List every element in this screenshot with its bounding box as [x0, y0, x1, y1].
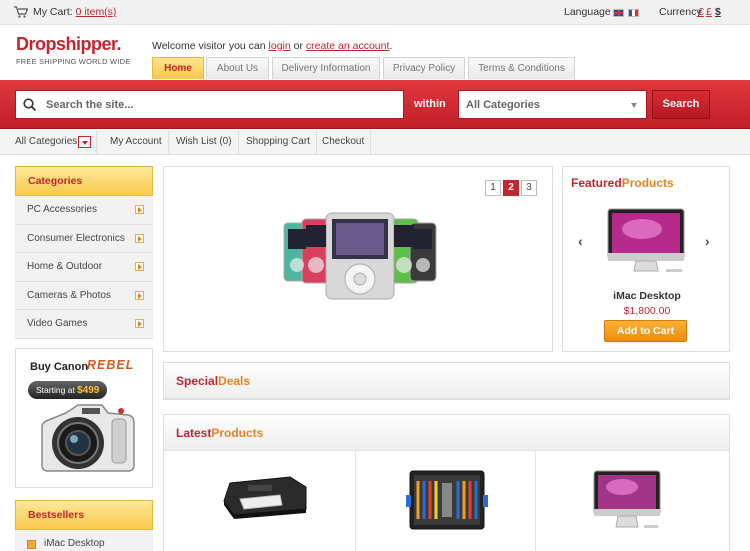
logo[interactable]: Dropshipper. — [16, 34, 122, 55]
banner-buy-text: Buy Canon — [30, 361, 89, 373]
tab-about-us[interactable]: About Us — [206, 57, 269, 79]
cart-items-link[interactable]: 0 item(s) — [76, 6, 117, 18]
category-label: Cameras & Photos — [27, 289, 111, 301]
bestseller-label: iMac Desktop — [44, 538, 105, 549]
latest-products-grid — [164, 451, 731, 551]
category-label: Consumer Electronics — [27, 232, 125, 244]
login-link[interactable]: login — [269, 40, 291, 52]
search-icon — [23, 98, 37, 112]
category-item[interactable]: PC Accessories — [15, 196, 153, 225]
camera-image — [41, 404, 135, 472]
nav-wish-list[interactable]: Wish List (0) — [170, 130, 239, 155]
special-title-b: Deals — [218, 374, 251, 388]
banner-price: $499 — [77, 385, 100, 396]
featured-products: FeaturedProducts ‹ › iMac Desktop $1,800… — [562, 166, 730, 352]
nav-bar: All Categories My Account Wish List (0) … — [0, 130, 750, 155]
language-label: Language — [564, 6, 611, 18]
search-box — [15, 90, 404, 119]
canon-banner[interactable]: Buy Canon REBEL Starting at $499 — [15, 348, 153, 488]
banner-price-pill: Starting at $499 — [28, 381, 108, 399]
latest-products: LatestProducts — [163, 414, 730, 551]
nav-checkout[interactable]: Checkout — [316, 130, 372, 155]
product-card[interactable] — [536, 451, 731, 551]
nav-all-categories-label: All Categories — [15, 136, 78, 147]
category-item[interactable]: Cameras & Photos — [15, 281, 153, 310]
category-label: Home & Outdoor — [27, 261, 103, 272]
currency-usd[interactable]: $ — [715, 6, 721, 18]
slider-page-3[interactable]: 3 — [521, 180, 537, 196]
create-account-link[interactable]: create an account — [306, 40, 389, 52]
my-cart: My Cart: 0 item(s) — [33, 6, 116, 18]
category-list: PC Accessories Consumer Electronics Home… — [15, 196, 153, 339]
slider-page-1[interactable]: 1 — [485, 180, 501, 196]
search-button[interactable]: Search — [652, 90, 710, 119]
category-item[interactable]: Consumer Electronics — [15, 224, 153, 253]
search-input[interactable] — [46, 95, 396, 115]
imac-image — [607, 208, 685, 272]
top-bar: My Cart: 0 item(s) Language Currency € £… — [0, 0, 750, 25]
featured-title-a: Featured — [571, 176, 622, 190]
currency-gbp[interactable]: £ — [706, 6, 712, 18]
category-label: PC Accessories — [27, 204, 98, 215]
bestseller-item[interactable]: iMac Desktop — [15, 530, 153, 551]
featured-title-b: Products — [621, 176, 674, 190]
chevron-down-icon — [631, 103, 637, 108]
special-deals: SpecialDeals — [163, 362, 730, 400]
special-title-a: Special — [176, 374, 219, 388]
arrow-right-icon — [135, 233, 144, 243]
product-card[interactable] — [164, 451, 356, 551]
dropdown-arrow-icon[interactable] — [78, 136, 91, 148]
printer-image — [223, 476, 307, 519]
nav-shopping-cart[interactable]: Shopping Cart — [240, 130, 317, 155]
welcome-message: Welcome visitor you can login or create … — [152, 40, 392, 52]
banner-model-text: REBEL — [87, 358, 135, 372]
within-label: within — [414, 98, 446, 110]
tab-terms-conditions[interactable]: Terms & Conditions — [468, 57, 575, 79]
latest-title-b: Products — [211, 426, 264, 440]
flag-uk-icon[interactable] — [613, 9, 624, 17]
featured-title: FeaturedProducts — [571, 176, 674, 190]
flag-fr-icon[interactable] — [628, 9, 639, 17]
toolkit-image — [406, 470, 488, 530]
category-select[interactable]: All Categories — [458, 90, 647, 119]
latest-products-title: LatestProducts — [164, 415, 729, 451]
special-deals-title: SpecialDeals — [164, 363, 729, 399]
slider-page-2[interactable]: 2 — [503, 180, 519, 196]
category-item[interactable]: Video Games — [15, 310, 153, 339]
add-to-cart-button[interactable]: Add to Cart — [604, 320, 687, 342]
banner-starting-text: Starting at — [36, 385, 75, 395]
tab-privacy-policy[interactable]: Privacy Policy — [383, 57, 465, 79]
welcome-suffix: . — [389, 40, 393, 52]
chevron-left-icon[interactable]: ‹ — [578, 233, 583, 249]
category-item[interactable]: Home & Outdoor — [15, 253, 153, 282]
featured-product-price: $1,800.00 — [623, 305, 671, 317]
welcome-or: or — [293, 40, 303, 52]
search-bar: within All Categories Search — [0, 80, 750, 129]
chevron-right-icon[interactable]: › — [705, 233, 710, 249]
featured-product-name[interactable]: iMac Desktop — [563, 290, 731, 302]
arrow-right-icon — [135, 319, 144, 328]
arrow-right-icon — [135, 205, 144, 214]
latest-title-a: Latest — [176, 426, 212, 440]
tab-delivery-information[interactable]: Delivery Information — [272, 57, 380, 79]
category-select-value: All Categories — [466, 99, 540, 111]
cart-icon[interactable] — [14, 6, 28, 18]
tab-home[interactable]: Home — [152, 57, 204, 79]
logo-tagline: FREE SHIPPING WORLD WIDE — [16, 57, 131, 66]
ipod-nano-image — [283, 212, 437, 300]
bullet-icon — [27, 540, 36, 549]
category-label: Video Games — [27, 318, 88, 329]
categories-heading: Categories — [15, 166, 153, 196]
bestsellers-heading: Bestsellers — [15, 500, 153, 530]
nav-my-account[interactable]: My Account — [104, 130, 169, 155]
welcome-text: Welcome visitor you can — [152, 40, 266, 52]
arrow-right-icon — [135, 262, 144, 271]
product-card[interactable] — [356, 451, 536, 551]
arrow-right-icon — [135, 290, 144, 300]
imac-image — [593, 470, 661, 528]
currency-label: Currency — [659, 6, 702, 18]
my-cart-label: My Cart: — [33, 6, 73, 18]
currency-eur[interactable]: € — [698, 6, 704, 18]
